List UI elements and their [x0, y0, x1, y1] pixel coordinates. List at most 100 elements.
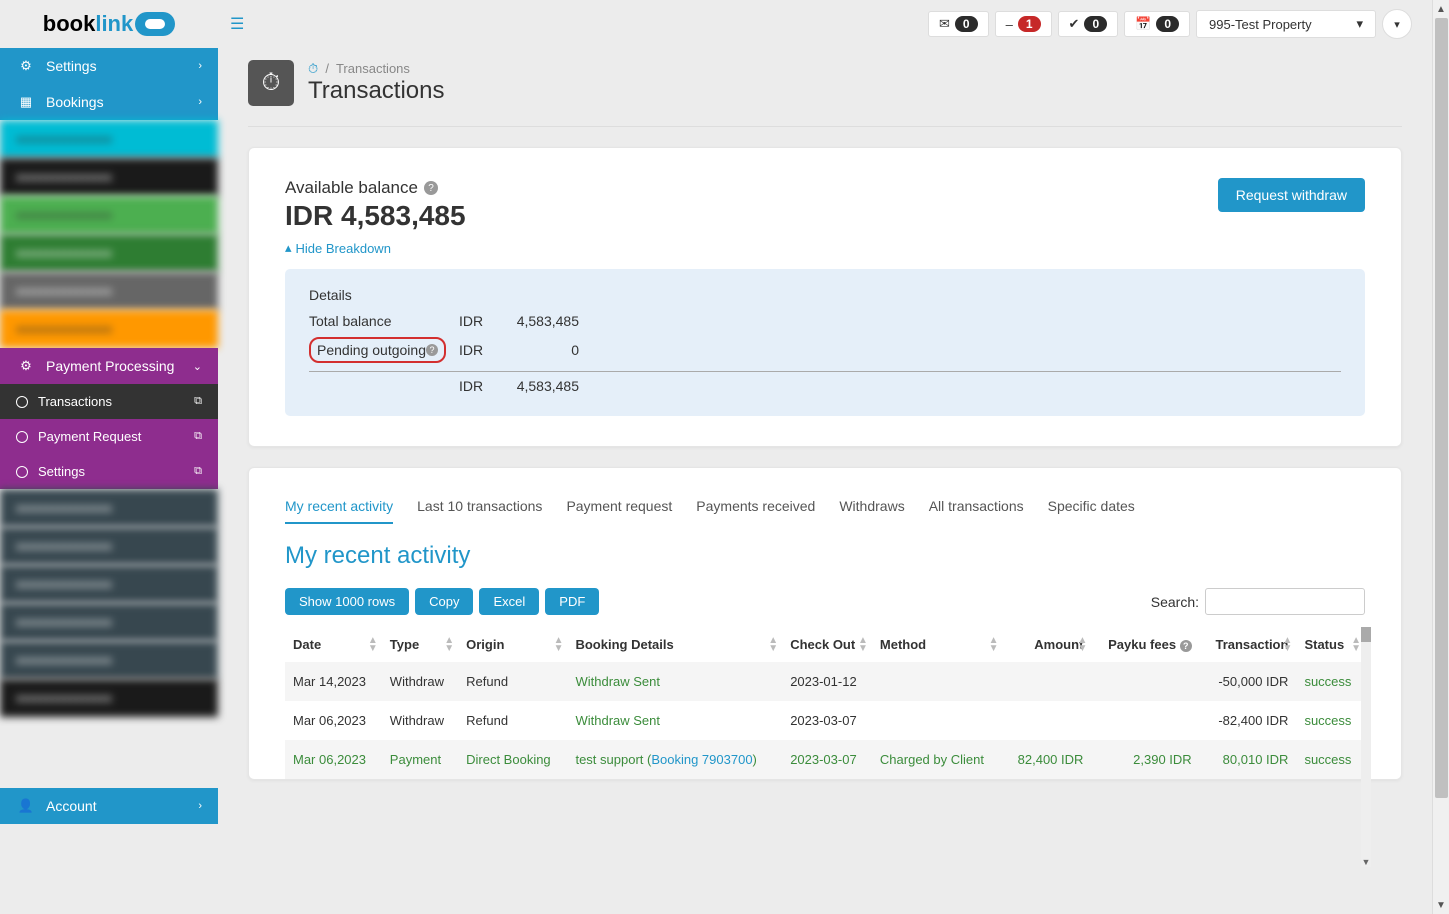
sidebar-blur-item[interactable]: xxxxxxxxxxxxxxxx: [0, 527, 218, 565]
cell-checkout: 2023-03-07: [782, 701, 872, 740]
breadcrumb: ⏱ / Transactions: [308, 61, 445, 77]
sidebar-blur-item[interactable]: xxxxxxxxxxxxxxxx: [0, 489, 218, 527]
cell-type: Withdraw: [382, 662, 458, 701]
sidebar-blur-item[interactable]: xxxxxxxxxxxxxxxx: [0, 272, 218, 310]
show-1000-rows-button[interactable]: Show 1000 rows: [285, 588, 409, 615]
property-label: 995-Test Property: [1209, 17, 1312, 32]
details-box: Details Total balance IDR 4,583,485 Pend…: [285, 269, 1365, 416]
tab-payments-received[interactable]: Payments received: [696, 498, 815, 524]
sidebar-payment-processing[interactable]: ⚙Payment Processing⌄: [0, 348, 218, 384]
breadcrumb-home-icon[interactable]: ⏱: [308, 61, 318, 76]
scroll-up-icon[interactable]: ▲: [1433, 0, 1449, 18]
balance-label: Available balance ?: [285, 178, 466, 198]
withdraw-link[interactable]: Withdraw Sent: [575, 674, 660, 689]
sidebar-item-label: Settings: [46, 58, 97, 74]
detail-value: 4,583,485: [499, 378, 579, 394]
detail-currency: IDR: [459, 378, 499, 394]
details-title: Details: [309, 287, 1341, 303]
col-payku-fees[interactable]: Payku fees ?: [1091, 627, 1199, 662]
sidebar-blur-item[interactable]: xxxxxxxxxxxxxxxx: [0, 158, 218, 196]
balance-amount: IDR 4,583,485: [285, 200, 466, 232]
help-icon[interactable]: ?: [426, 344, 438, 356]
calendar-badge[interactable]: 📅0: [1124, 11, 1190, 37]
badge-count: 0: [1084, 16, 1107, 32]
scrollbar-thumb[interactable]: [1435, 18, 1448, 798]
col-method[interactable]: Method▲▼: [872, 627, 1003, 662]
help-icon[interactable]: ?: [424, 181, 438, 195]
tab-last-10-transactions[interactable]: Last 10 transactions: [417, 498, 542, 524]
cell-type: Withdraw: [382, 701, 458, 740]
excel-button[interactable]: Excel: [479, 588, 539, 615]
tab-specific-dates[interactable]: Specific dates: [1048, 498, 1135, 524]
tab-all-transactions[interactable]: All transactions: [929, 498, 1024, 524]
pdf-button[interactable]: PDF: [545, 588, 599, 615]
cell-amount: 82,400 IDR: [1002, 740, 1091, 779]
col-checkout[interactable]: Check Out▲▼: [782, 627, 872, 662]
tab-withdraws[interactable]: Withdraws: [839, 498, 904, 524]
chevron-up-icon: ▴: [285, 240, 292, 256]
cell-type: Payment: [382, 740, 458, 779]
sort-icon: ▲▼: [1351, 637, 1361, 653]
chevron-down-icon: ▾: [1356, 16, 1363, 32]
tab-my-recent-activity[interactable]: My recent activity: [285, 498, 393, 524]
table-row: Mar 06,2023 Payment Direct Booking test …: [285, 740, 1365, 779]
logo[interactable]: booklink: [0, 0, 218, 48]
menu-toggle-icon[interactable]: ☰: [218, 14, 256, 34]
help-icon[interactable]: ?: [1180, 640, 1192, 652]
col-transaction[interactable]: Transaction▲▼: [1200, 627, 1297, 662]
copy-button[interactable]: Copy: [415, 588, 473, 615]
table-scrollbar[interactable]: ▼: [1361, 627, 1371, 867]
col-origin[interactable]: Origin▲▼: [458, 627, 567, 662]
cell-status: success: [1296, 701, 1365, 740]
col-type[interactable]: Type▲▼: [382, 627, 458, 662]
table-wrap: ▼ Date▲▼ Type▲▼ Origin▲▼ Booking Details…: [285, 627, 1365, 779]
chevron-right-icon: ›: [198, 800, 202, 812]
request-withdraw-button[interactable]: Request withdraw: [1218, 178, 1365, 212]
sidebar-bookings[interactable]: ▦Bookings›: [0, 84, 218, 120]
sidebar-blur-item[interactable]: xxxxxxxxxxxxxxxx: [0, 196, 218, 234]
minus-badge[interactable]: –1: [995, 11, 1052, 37]
inbox-badge[interactable]: ✉0: [928, 11, 989, 37]
col-date[interactable]: Date▲▼: [285, 627, 382, 662]
sidebar-payment-request[interactable]: Payment Request⧉: [0, 419, 218, 454]
col-amount[interactable]: Amount▲▼: [1002, 627, 1091, 662]
sidebar-blur-item[interactable]: xxxxxxxxxxxxxxxx: [0, 565, 218, 603]
sidebar-account[interactable]: 👤Account›: [0, 788, 218, 824]
circle-icon: [16, 431, 28, 443]
check-badge[interactable]: ✔0: [1058, 11, 1119, 37]
sidebar-blur-item[interactable]: xxxxxxxxxxxxxxxx: [0, 310, 218, 348]
sidebar-blur-item[interactable]: xxxxxxxxxxxxxxxx: [0, 679, 218, 717]
cell-transaction: -82,400 IDR: [1200, 701, 1297, 740]
sort-icon: ▲▼: [858, 637, 868, 653]
search-input[interactable]: [1205, 588, 1365, 615]
tab-payment-request[interactable]: Payment request: [566, 498, 672, 524]
detail-value: 4,583,485: [499, 313, 579, 329]
details-row-pending-outgoing: Pending outgoing ? IDR 0: [309, 333, 1341, 367]
sidebar-item-label: Payment Processing: [46, 358, 174, 374]
page-scrollbar[interactable]: ▲ ▼: [1432, 0, 1449, 914]
chevron-right-icon: ›: [198, 96, 202, 108]
scroll-down-icon[interactable]: ▼: [1361, 857, 1371, 867]
sidebar-transactions[interactable]: Transactions⧉: [0, 384, 218, 419]
col-status[interactable]: Status▲▼: [1296, 627, 1365, 662]
section-title: My recent activity: [285, 542, 1365, 570]
property-select[interactable]: 995-Test Property ▾: [1196, 10, 1376, 38]
sidebar-blur-item[interactable]: xxxxxxxxxxxxxxxx: [0, 120, 218, 158]
main-content: ⏱ ⏱ / Transactions Transactions Availabl…: [218, 0, 1432, 914]
scroll-down-icon[interactable]: ▼: [1433, 896, 1449, 914]
sidebar-settings[interactable]: ⚙Settings›: [0, 48, 218, 84]
sidebar-blur-item[interactable]: xxxxxxxxxxxxxxxx: [0, 234, 218, 272]
topbar: booklink ☰ ✉0 –1 ✔0 📅0 995-Test Property…: [0, 0, 1432, 48]
table-row: Mar 14,2023 Withdraw Refund Withdraw Sen…: [285, 662, 1365, 701]
withdraw-link[interactable]: Withdraw Sent: [575, 713, 660, 728]
cell-status: success: [1296, 740, 1365, 779]
sort-icon: ▲▼: [768, 637, 778, 653]
sidebar-settings-sub[interactable]: Settings⧉: [0, 454, 218, 489]
booking-link[interactable]: Booking 7903700: [651, 752, 752, 767]
cell-method: [872, 662, 1003, 701]
hide-breakdown-link[interactable]: ▴ Hide Breakdown: [285, 240, 391, 256]
sidebar-blur-item[interactable]: xxxxxxxxxxxxxxxx: [0, 641, 218, 679]
sidebar-blur-item[interactable]: xxxxxxxxxxxxxxxx: [0, 603, 218, 641]
user-dropdown[interactable]: ▾: [1382, 9, 1412, 39]
col-booking-details[interactable]: Booking Details▲▼: [567, 627, 782, 662]
